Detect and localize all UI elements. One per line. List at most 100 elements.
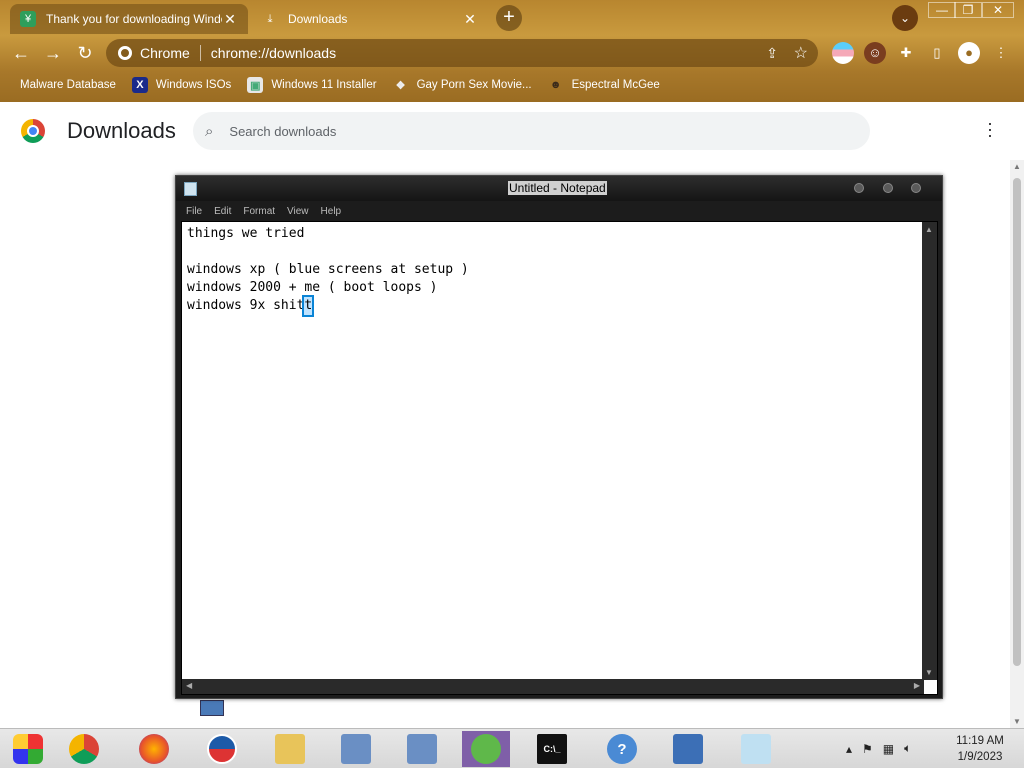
address-bar[interactable]: Chrome chrome://downloads ⇪ ☆ (106, 39, 818, 67)
scroll-up-icon[interactable]: ▲ (1013, 162, 1021, 171)
taskbar-obama[interactable] (198, 731, 246, 767)
share-icon[interactable]: ⇪ (766, 45, 778, 62)
installer-icon (341, 734, 371, 764)
firefox-icon (139, 734, 169, 764)
notepad-horizontal-scrollbar[interactable]: ◀ ▶ (182, 679, 924, 694)
tab-thank-you[interactable]: ¥ Thank you for downloading Windo ✕ (10, 4, 248, 34)
menu-view[interactable]: View (287, 206, 309, 217)
clock-time: 11:19 AM (956, 735, 1004, 747)
menu-file[interactable]: File (186, 206, 202, 217)
tab-downloads[interactable]: ⤓ Downloads ✕ (252, 4, 488, 34)
installer-icon-2 (407, 734, 437, 764)
menu-help[interactable]: Help (321, 206, 342, 217)
search-downloads-field[interactable]: ⌕ Search downloads (193, 112, 870, 150)
taskbar-messenger[interactable] (462, 731, 510, 767)
notepad-content: things we tried windows xp ( blue screens… (187, 225, 469, 317)
bookmark-espectral-mcgee[interactable]: ☻ Espectral McGee (548, 77, 660, 93)
windows-media-center-icon (13, 734, 43, 764)
minimize-button[interactable] (854, 183, 864, 193)
close-button[interactable] (911, 183, 921, 193)
taskbar-help[interactable]: ? (598, 731, 646, 767)
chrome-logo-icon (21, 119, 45, 143)
taskbar-installer[interactable] (332, 731, 380, 767)
tab-title: Downloads (288, 12, 348, 26)
help-icon: ? (607, 734, 637, 764)
search-icon: ⌕ (205, 122, 214, 140)
menu-format[interactable]: Format (243, 206, 275, 217)
flag-extension-icon[interactable] (832, 42, 854, 64)
search-placeholder: Search downloads (229, 123, 337, 139)
taskbar-firefox[interactable] (130, 731, 178, 767)
taskbar-chrome[interactable] (60, 731, 108, 767)
url-text[interactable]: chrome://downloads (211, 45, 336, 61)
bookmark-windows-isos[interactable]: X Windows ISOs (131, 77, 232, 93)
flag-icon[interactable]: ⚑ (862, 742, 873, 756)
clock[interactable]: 11:19 AM 1/9/2023 (946, 733, 1014, 765)
download-icon: ⤓ (267, 12, 273, 25)
taskbar-remote-desktop[interactable] (664, 731, 712, 767)
downloads-header: Downloads ⌕ Search downloads · · · (0, 102, 1024, 160)
bookmark-label: Windows ISOs (155, 79, 232, 91)
taskbar-notepad[interactable] (732, 731, 780, 767)
scroll-left-icon[interactable]: ◀ (186, 681, 192, 690)
scroll-up-icon[interactable]: ▲ (925, 225, 933, 234)
close-window-button[interactable]: ✕ (982, 2, 1014, 18)
reload-icon[interactable]: ↻ (72, 40, 98, 66)
taskbar-file-explorer[interactable] (266, 731, 314, 767)
taskbar: C:\_ ? ▴ ⚑ ▦ 🔈︎ 11:19 AM 1/9/2023 (0, 728, 1024, 768)
notepad-text-area[interactable]: things we tried windows xp ( blue screens… (181, 221, 938, 695)
toolbar: ← → ↻ Chrome chrome://downloads ⇪ ☆ ☺ ✚ … (0, 36, 1024, 70)
side-panel-icon[interactable]: ▯ (926, 42, 948, 64)
site-chip-label: Chrome (140, 45, 190, 61)
text-line: windows 2000 + me ( boot loops ) (187, 280, 438, 295)
bookmark-label: Malware Database (20, 79, 116, 91)
scroll-thumb[interactable] (1013, 178, 1021, 666)
scroll-down-icon[interactable]: ▼ (1013, 717, 1021, 726)
avatar-extension-icon[interactable]: ☺ (864, 42, 886, 64)
menu-kebab-icon[interactable]: ⋮ (990, 42, 1012, 64)
network-icon[interactable]: ▦ (883, 742, 894, 756)
profile-avatar[interactable]: ● (958, 42, 980, 64)
forward-icon[interactable]: → (40, 40, 66, 66)
tab-search-button[interactable]: ⌄ (892, 5, 918, 31)
tab-title: Thank you for downloading Windo (46, 12, 222, 26)
download-app-icon: ¥ (20, 11, 36, 27)
bookmark-star-icon[interactable]: ☆ (794, 43, 808, 63)
notepad-window: Untitled - Notepad File Edit Format View… (175, 175, 943, 699)
notepad-titlebar[interactable]: Untitled - Notepad (176, 176, 942, 201)
site-chip[interactable]: Chrome (118, 45, 190, 61)
taskbar-media-center[interactable] (4, 731, 52, 767)
page-title: Downloads (67, 118, 176, 143)
x-icon: X (131, 77, 148, 93)
image-icon: ▣ (247, 77, 264, 93)
new-tab-button[interactable]: + (496, 5, 522, 31)
menu-edit[interactable]: Edit (214, 206, 231, 217)
show-hidden-icons[interactable]: ▴ (846, 742, 852, 756)
taskbar-installer-2[interactable] (398, 731, 446, 767)
close-icon[interactable]: ✕ (462, 11, 478, 28)
bookmark-label: Windows 11 Installer (271, 79, 377, 91)
scroll-down-icon[interactable]: ▼ (925, 668, 933, 677)
taskbar-command-prompt[interactable]: C:\_ (528, 731, 576, 767)
chrome-icon (118, 46, 132, 60)
notepad-title: Untitled - Notepad (508, 181, 607, 195)
more-actions-icon[interactable]: · · · (982, 114, 998, 144)
volume-icon[interactable]: 🔈︎ (904, 741, 911, 756)
extensions-puzzle-icon[interactable]: ✚ (895, 42, 917, 64)
scroll-right-icon[interactable]: ▶ (914, 681, 920, 690)
bookmark-malware-database[interactable]: Malware Database (20, 79, 116, 91)
text-line: windows 9x shitt (187, 295, 469, 317)
bookmark-gay-porn-sex-movie[interactable]: ❖ Gay Porn Sex Movie... (393, 77, 532, 93)
notepad-vertical-scrollbar[interactable]: ▲ ▼ (922, 222, 937, 680)
close-icon[interactable]: ✕ (222, 11, 238, 28)
page-scrollbar[interactable]: ▲ ▼ (1010, 160, 1024, 728)
back-icon[interactable]: ← (8, 40, 34, 66)
maximize-button[interactable] (883, 183, 893, 193)
bookmark-windows-11-installer[interactable]: ▣ Windows 11 Installer (247, 77, 377, 93)
partial-download-item (200, 700, 224, 716)
maximize-button[interactable]: ❐ (954, 2, 982, 18)
chrome-icon (69, 734, 99, 764)
system-tray: ▴ ⚑ ▦ 🔈︎ (846, 741, 921, 756)
text-caret: t (302, 295, 315, 317)
minimize-button[interactable]: — (928, 2, 956, 18)
